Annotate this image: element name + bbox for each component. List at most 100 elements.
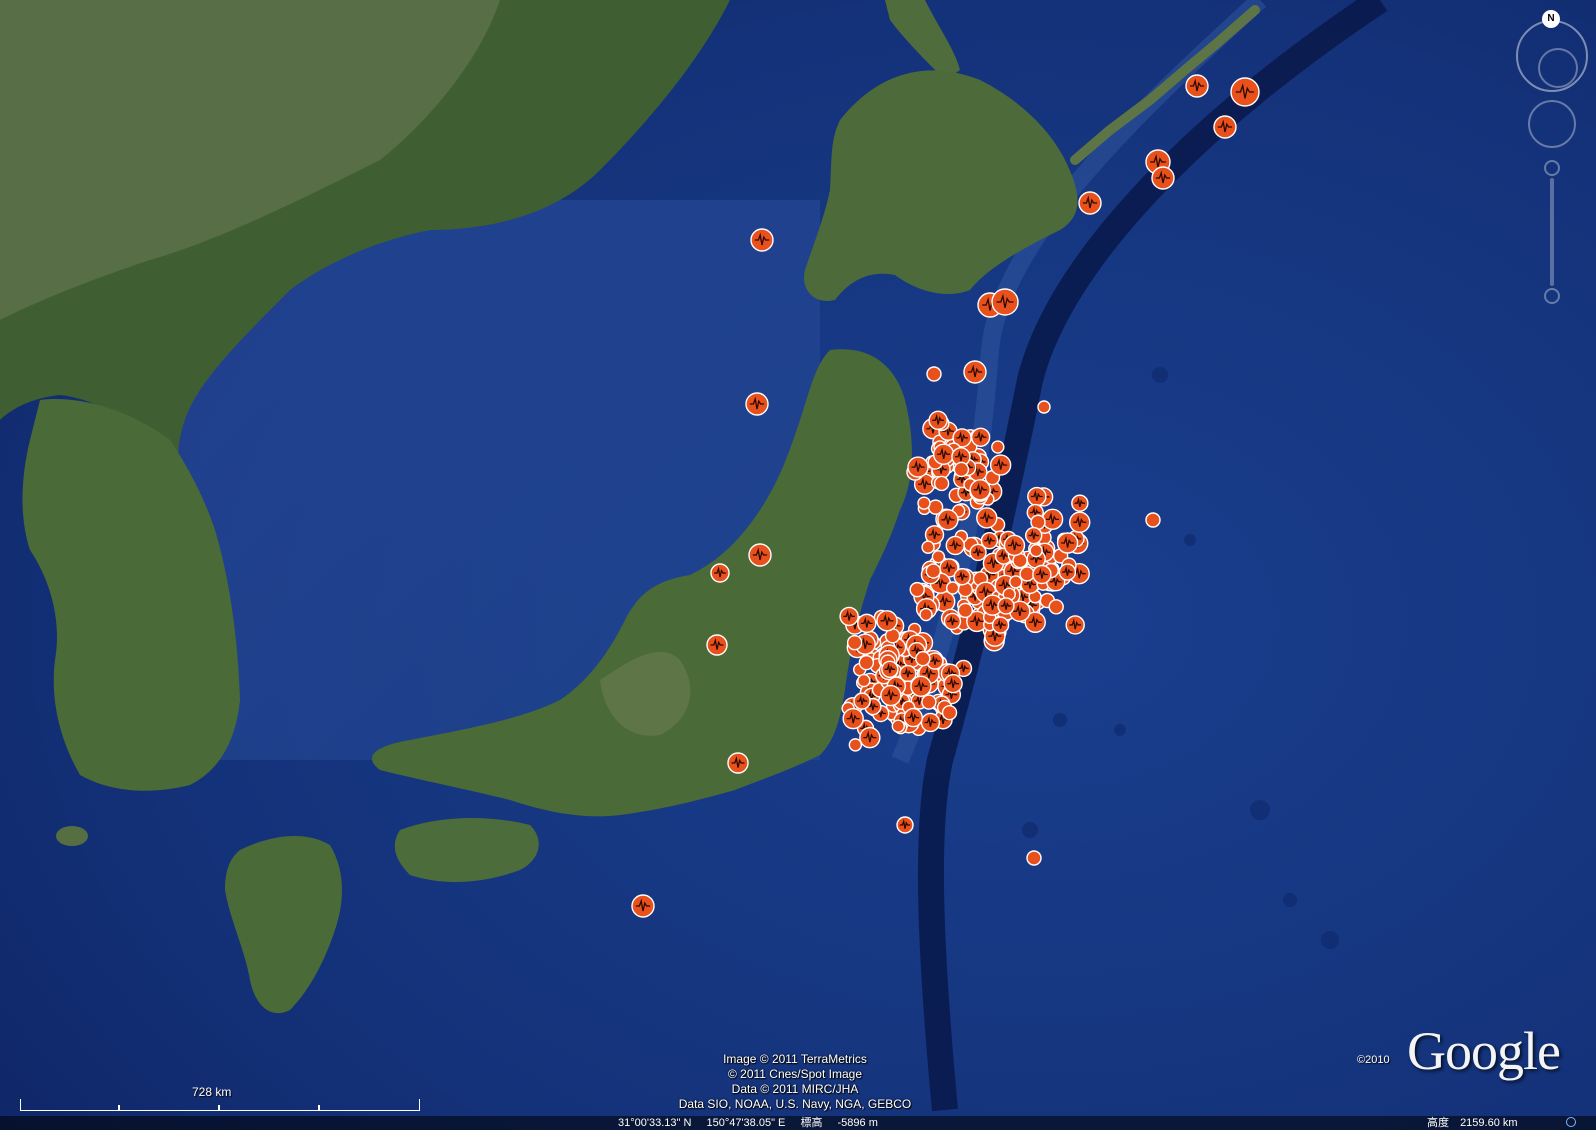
earthquake-waveform-icon[interactable] <box>891 719 905 733</box>
earthquake-waveform-icon[interactable] <box>880 684 902 707</box>
credit-line: © 2011 Cnes/Spot Image <box>727 1067 863 1081</box>
earthquake-waveform-icon[interactable] <box>943 612 962 631</box>
earthquake-waveform-icon[interactable] <box>1065 615 1085 635</box>
elevation-label: 標高 <box>800 1117 823 1129</box>
elevation-readout: -5896 m <box>837 1117 878 1129</box>
earthquake-waveform-icon[interactable] <box>631 894 655 918</box>
longitude-readout: 150°47'38.05" E <box>706 1117 786 1129</box>
earthquake-waveform-icon[interactable] <box>1029 543 1043 558</box>
earthquake-waveform-icon[interactable] <box>945 535 965 556</box>
earthquake-waveform-icon[interactable] <box>876 610 898 632</box>
earthquake-waveform-icon[interactable] <box>839 606 859 627</box>
earthquake-waveform-icon[interactable] <box>1037 400 1051 414</box>
altitude-readout: 2159.60 km <box>1460 1117 1518 1129</box>
earthquake-waveform-icon[interactable] <box>920 712 941 733</box>
earthquake-waveform-icon[interactable] <box>910 675 932 697</box>
earthquake-waveform-icon[interactable] <box>921 694 937 710</box>
earthquake-waveform-icon[interactable] <box>1151 166 1175 190</box>
compass-inner-ring[interactable] <box>1538 48 1578 88</box>
scale-label: 728 km <box>192 1085 232 1099</box>
earthquake-waveform-icon[interactable] <box>991 288 1019 316</box>
earthquake-waveform-icon[interactable] <box>1019 566 1035 582</box>
earthquake-waveform-icon[interactable] <box>931 550 946 564</box>
scale-tick <box>218 1105 220 1111</box>
earthquake-waveform-icon[interactable] <box>896 816 914 834</box>
earthquake-waveform-icon[interactable] <box>1145 512 1161 528</box>
earthquake-waveform-icon[interactable] <box>1003 534 1026 557</box>
compass-ring[interactable] <box>1516 20 1588 92</box>
earthquake-waveform-icon[interactable] <box>1024 526 1043 545</box>
earthquake-waveform-icon[interactable] <box>1048 599 1064 615</box>
earthquake-waveform-icon[interactable] <box>917 496 931 510</box>
earthquake-waveform-icon[interactable] <box>937 509 959 531</box>
earthquake-waveform-icon[interactable] <box>853 692 871 710</box>
earthquake-waveform-icon[interactable] <box>1213 115 1237 139</box>
earthquake-waveform-icon[interactable] <box>748 543 772 567</box>
earthquake-waveform-icon[interactable] <box>727 752 749 774</box>
scale-bar: 728 km <box>20 1085 420 1111</box>
earthquake-waveform-icon[interactable] <box>997 597 1015 615</box>
earthquake-waveform-icon[interactable] <box>969 479 991 501</box>
earthquake-waveform-icon[interactable] <box>953 461 970 478</box>
earthquake-waveform-icon[interactable] <box>846 634 863 651</box>
earthquake-waveform-icon[interactable] <box>932 443 955 465</box>
earthquake-waveform-icon[interactable] <box>991 440 1005 454</box>
zoom-out-button[interactable] <box>1544 288 1560 304</box>
earthquake-waveform-icon[interactable] <box>927 499 944 515</box>
earthquake-waveform-icon[interactable] <box>976 507 998 529</box>
earthquake-waveform-icon[interactable] <box>1071 494 1089 512</box>
earthquake-waveform-icon[interactable] <box>953 568 971 586</box>
zoom-slider[interactable] <box>1544 160 1560 306</box>
earthquake-waveform-icon[interactable] <box>857 613 877 634</box>
earthquake-waveform-icon[interactable] <box>745 392 769 416</box>
earthquake-waveform-icon[interactable] <box>858 654 875 671</box>
earthquake-waveform-icon[interactable] <box>706 634 728 656</box>
earthquake-waveform-icon[interactable] <box>926 366 942 382</box>
earthquake-waveform-icon[interactable] <box>907 456 929 478</box>
earthquake-waveform-icon[interactable] <box>928 410 948 431</box>
zoom-track[interactable] <box>1550 178 1554 286</box>
scale-line <box>20 1099 420 1111</box>
earthquake-waveform-icon[interactable] <box>991 616 1010 634</box>
north-button[interactable]: N <box>1542 10 1560 28</box>
earthquake-waveform-icon[interactable] <box>848 738 863 752</box>
earthquake-waveform-icon[interactable] <box>989 454 1012 476</box>
earthquake-waveform-icon[interactable] <box>915 651 931 667</box>
earthquake-waveform-icon[interactable] <box>941 704 958 721</box>
earthquake-waveform-icon[interactable] <box>1032 564 1052 585</box>
earthquake-waveform-icon[interactable] <box>945 581 960 595</box>
earthquake-waveform-icon[interactable] <box>1058 563 1077 581</box>
earthquake-waveform-icon[interactable] <box>1078 191 1102 215</box>
earthquake-waveform-icon[interactable] <box>859 726 881 749</box>
earthquake-waveform-icon[interactable] <box>909 581 925 598</box>
earthquake-waveform-icon[interactable] <box>1009 575 1023 589</box>
earthquake-waveform-icon[interactable] <box>1027 486 1047 507</box>
earthquake-waveform-icon[interactable] <box>1230 77 1260 107</box>
earthquake-waveform-icon[interactable] <box>943 673 963 694</box>
earthquake-waveform-icon[interactable] <box>925 563 942 579</box>
copyright-year: ©2010 <box>1357 1054 1390 1066</box>
earthquake-waveform-icon[interactable] <box>903 707 923 728</box>
earthquake-waveform-icon[interactable] <box>957 602 974 619</box>
earthquake-waveform-icon[interactable] <box>933 475 950 492</box>
look-joystick[interactable] <box>1528 100 1576 148</box>
earthquake-waveform-icon[interactable] <box>1056 532 1079 554</box>
satellite-map[interactable] <box>0 0 1596 1130</box>
earthquake-waveform-icon[interactable] <box>919 607 933 622</box>
earthquake-waveform-icon[interactable] <box>980 531 999 550</box>
earthquake-waveform-icon[interactable] <box>1069 511 1091 533</box>
zoom-in-button[interactable] <box>1544 160 1560 176</box>
earthquake-waveform-icon[interactable] <box>963 360 987 384</box>
earthquake-waveform-icon[interactable] <box>710 563 730 583</box>
earthquake-waveform-icon[interactable] <box>921 540 935 554</box>
earthquake-waveform-icon[interactable] <box>881 660 899 679</box>
credit-line: Data SIO, NOAA, U.S. Navy, NGA, GEBCO <box>678 1097 912 1111</box>
earthquake-waveform-icon[interactable] <box>1041 508 1064 531</box>
earthquake-waveform-icon[interactable] <box>970 427 991 447</box>
earthquake-waveform-icon[interactable] <box>1026 850 1042 866</box>
earthquake-waveform-icon[interactable] <box>842 707 864 730</box>
earthquake-waveform-icon[interactable] <box>857 673 871 688</box>
earthquake-waveform-icon[interactable] <box>750 228 774 252</box>
earthquake-waveform-icon[interactable] <box>1185 74 1209 98</box>
status-bar: 31°00'33.13" N 150°47'38.05" E 標高 -5896 … <box>0 1116 1596 1130</box>
